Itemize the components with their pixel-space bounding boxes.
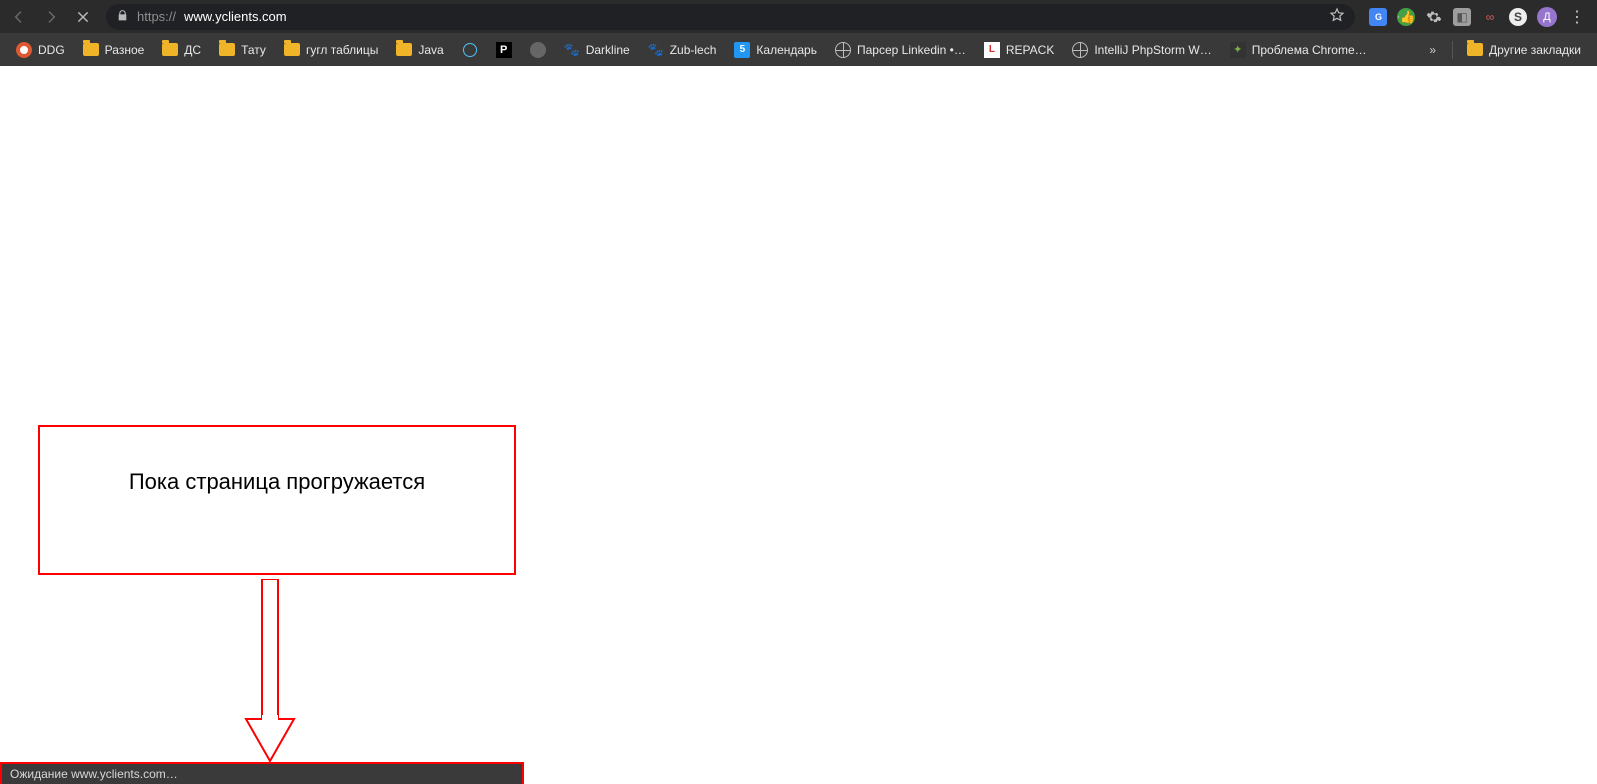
bookmark-item[interactable] — [522, 38, 554, 62]
address-bar[interactable]: https:// www.yclients.com — [106, 4, 1355, 30]
paw-icon: 🐾 — [648, 42, 664, 58]
bookmark-label: Zub-lech — [670, 43, 717, 57]
status-bar: Ожидание www.yclients.com… — [0, 762, 524, 784]
page-viewport: Пока страница прогружается Ожидание www.… — [0, 66, 1597, 784]
ddg-icon — [16, 42, 32, 58]
folder-icon — [1467, 43, 1483, 56]
bookmark-label: ДС — [184, 43, 201, 57]
grey-extension-icon[interactable]: ◧ — [1453, 8, 1471, 26]
back-button[interactable] — [6, 4, 32, 30]
folder-icon — [83, 42, 99, 58]
gear-extension-icon[interactable] — [1425, 8, 1443, 26]
bookmark-label: Разное — [105, 43, 145, 57]
bookmark-item[interactable]: 5 Календарь — [726, 38, 825, 62]
bookmark-item[interactable]: Тату — [211, 38, 274, 62]
repack-icon: L — [984, 42, 1000, 58]
grey-ball-icon — [530, 42, 546, 58]
java-ring-icon — [462, 42, 478, 58]
browser-menu-button[interactable]: ⋮ — [1567, 7, 1587, 27]
globe-icon — [1072, 42, 1088, 58]
bookmark-item[interactable]: Разное — [75, 38, 153, 62]
bookmark-item[interactable]: 🐾 Zub-lech — [640, 38, 725, 62]
folder-icon — [219, 42, 235, 58]
bookmarks-bar: DDG Разное ДС Тату гугл таблицы Java P 🐾 Darklin… — [0, 33, 1597, 66]
annotation-box: Пока страница прогружается — [38, 425, 516, 575]
annotation-arrow-icon — [240, 579, 300, 764]
green-extension-icon[interactable]: 👍 — [1397, 8, 1415, 26]
bookmark-item[interactable]: ДС — [154, 38, 209, 62]
translate-extension-icon[interactable]: G — [1369, 8, 1387, 26]
bookmark-label: IntelliJ PhpStorm W… — [1094, 43, 1211, 57]
folder-icon — [396, 42, 412, 58]
bookmark-item[interactable]: Java — [388, 38, 451, 62]
extension-icons: G 👍 ◧ ∞ S Д ⋮ — [1365, 7, 1591, 27]
bookmark-item[interactable]: 🐾 Darkline — [556, 38, 638, 62]
other-bookmarks-label: Другие закладки — [1489, 43, 1581, 57]
bookmark-item[interactable]: P — [488, 38, 520, 62]
url-host: www.yclients.com — [184, 9, 287, 24]
bookmark-label: REPACK — [1006, 43, 1054, 57]
bookmark-item[interactable]: гугл таблицы — [276, 38, 386, 62]
bookmarks-divider — [1452, 41, 1453, 59]
bookmarks-overflow-button[interactable]: » — [1419, 43, 1446, 57]
profile-avatar[interactable]: Д — [1537, 7, 1557, 27]
annotation-text: Пока страница прогружается — [129, 469, 425, 494]
folder-icon — [284, 42, 300, 58]
browser-nav-bar: https:// www.yclients.com G 👍 ◧ ∞ S Д ⋮ — [0, 0, 1597, 33]
bookmark-label: Darkline — [586, 43, 630, 57]
other-bookmarks-button[interactable]: Другие закладки — [1459, 39, 1589, 61]
bookmark-item[interactable]: DDG — [8, 38, 73, 62]
bookmark-item[interactable]: L REPACK — [976, 38, 1062, 62]
url-scheme: https:// — [137, 9, 176, 24]
bookmark-label: гугл таблицы — [306, 43, 378, 57]
lock-icon — [116, 9, 129, 25]
infinity-extension-icon[interactable]: ∞ — [1481, 8, 1499, 26]
status-text: Ожидание www.yclients.com… — [10, 767, 178, 781]
globe-icon — [835, 42, 851, 58]
bookmark-label: Тату — [241, 43, 266, 57]
bookmark-item[interactable] — [454, 38, 486, 62]
bookmark-item[interactable]: Парсер Linkedin •… — [827, 38, 974, 62]
folder-icon — [162, 42, 178, 58]
bookmark-star-icon[interactable] — [1329, 7, 1345, 26]
bookmark-label: Проблема Chrome… — [1252, 43, 1367, 57]
stop-button[interactable] — [70, 4, 96, 30]
bookmark-label: DDG — [38, 43, 65, 57]
bookmark-label: Java — [418, 43, 443, 57]
skype-extension-icon[interactable]: S — [1509, 8, 1527, 26]
pixel-icon: ✦ — [1230, 42, 1246, 58]
bookmark-label: Календарь — [756, 43, 817, 57]
calendar-icon: 5 — [734, 42, 750, 58]
bookmark-label: Парсер Linkedin •… — [857, 43, 966, 57]
bookmark-item[interactable]: ✦ Проблема Chrome… — [1222, 38, 1375, 62]
black-p-icon: P — [496, 42, 512, 58]
paw-icon: 🐾 — [564, 42, 580, 58]
forward-button[interactable] — [38, 4, 64, 30]
bookmark-item[interactable]: IntelliJ PhpStorm W… — [1064, 38, 1219, 62]
